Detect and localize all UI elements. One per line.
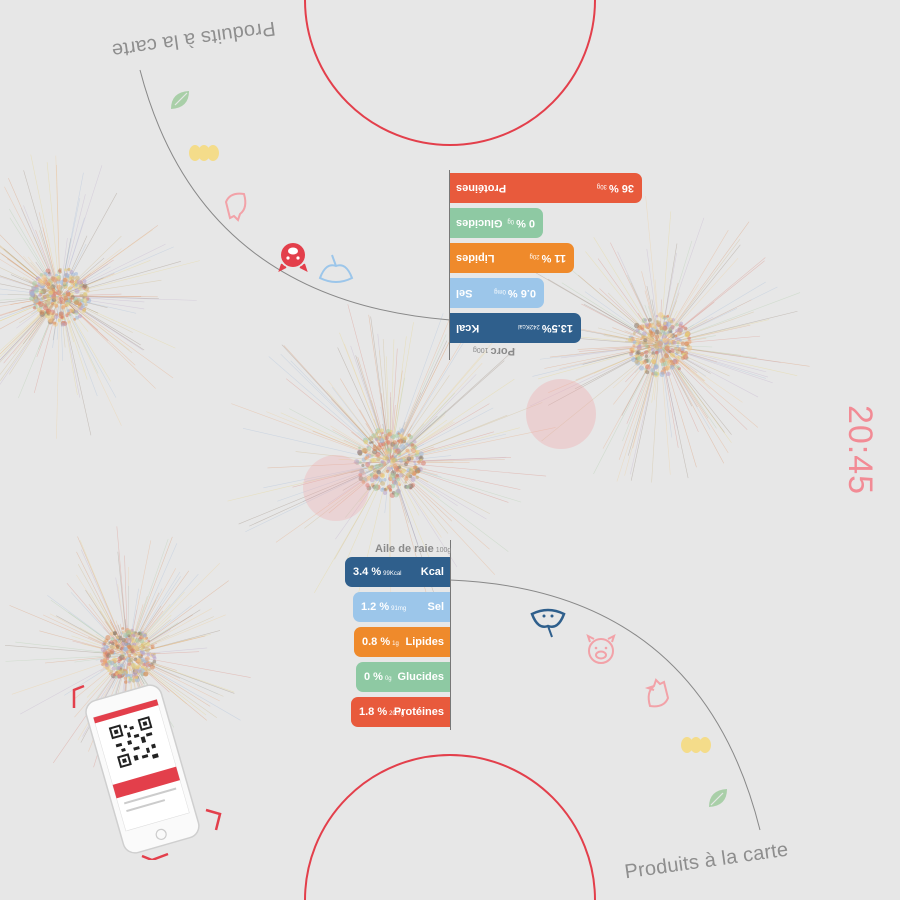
nutrient-label: Sel bbox=[456, 287, 473, 299]
nutrient-percent: 0.6 %0mg bbox=[494, 287, 536, 299]
nutrient-label: Protéines bbox=[456, 182, 507, 194]
top-view: Produits à la carte Porc100g 13.5%242Kca… bbox=[0, 0, 900, 900]
nutrient-label: Glucides bbox=[456, 217, 503, 229]
eggs-icon[interactable] bbox=[188, 143, 220, 163]
nutrient-percent: 11 %20g bbox=[529, 252, 566, 264]
nutrient-bar-glucides: 0 %0g Glucides bbox=[450, 208, 543, 238]
nutrient-bar-proteines: 36 %30g Protéines bbox=[450, 173, 642, 203]
clock: 20:45 bbox=[841, 404, 879, 496]
leaf-icon[interactable] bbox=[168, 88, 192, 112]
nutrient-percent: 13.5%242Kcal bbox=[518, 322, 573, 334]
card-title: Porc100g bbox=[473, 345, 515, 357]
nutrient-percent: 36 %30g bbox=[596, 182, 634, 194]
nutrient-amount: 20g bbox=[529, 253, 540, 259]
nutrient-label: Lipides bbox=[456, 252, 495, 264]
ray-fish-icon[interactable] bbox=[316, 254, 356, 288]
chicken-icon[interactable] bbox=[222, 188, 252, 224]
nutrient-amount: 0g bbox=[507, 218, 515, 224]
nutrient-bar-kcal: 13.5%242Kcal Kcal bbox=[450, 313, 581, 343]
title-unit: 100g bbox=[472, 346, 489, 353]
nutrient-amount: 242Kcal bbox=[518, 323, 540, 329]
curve-label: Produits à la carte bbox=[110, 16, 277, 62]
product-name: Porc bbox=[490, 345, 515, 357]
nutrient-percent: 0 %0g bbox=[507, 217, 535, 229]
pig-icon[interactable] bbox=[276, 238, 310, 272]
nutrient-label: Kcal bbox=[456, 322, 480, 334]
nutrient-bar-sel: 0.6 %0mg Sel bbox=[450, 278, 544, 308]
nutrient-amount: 0mg bbox=[494, 288, 506, 294]
nutrient-amount: 30g bbox=[596, 183, 607, 189]
nutrient-bar-lipides: 11 %20g Lipides bbox=[450, 243, 574, 273]
